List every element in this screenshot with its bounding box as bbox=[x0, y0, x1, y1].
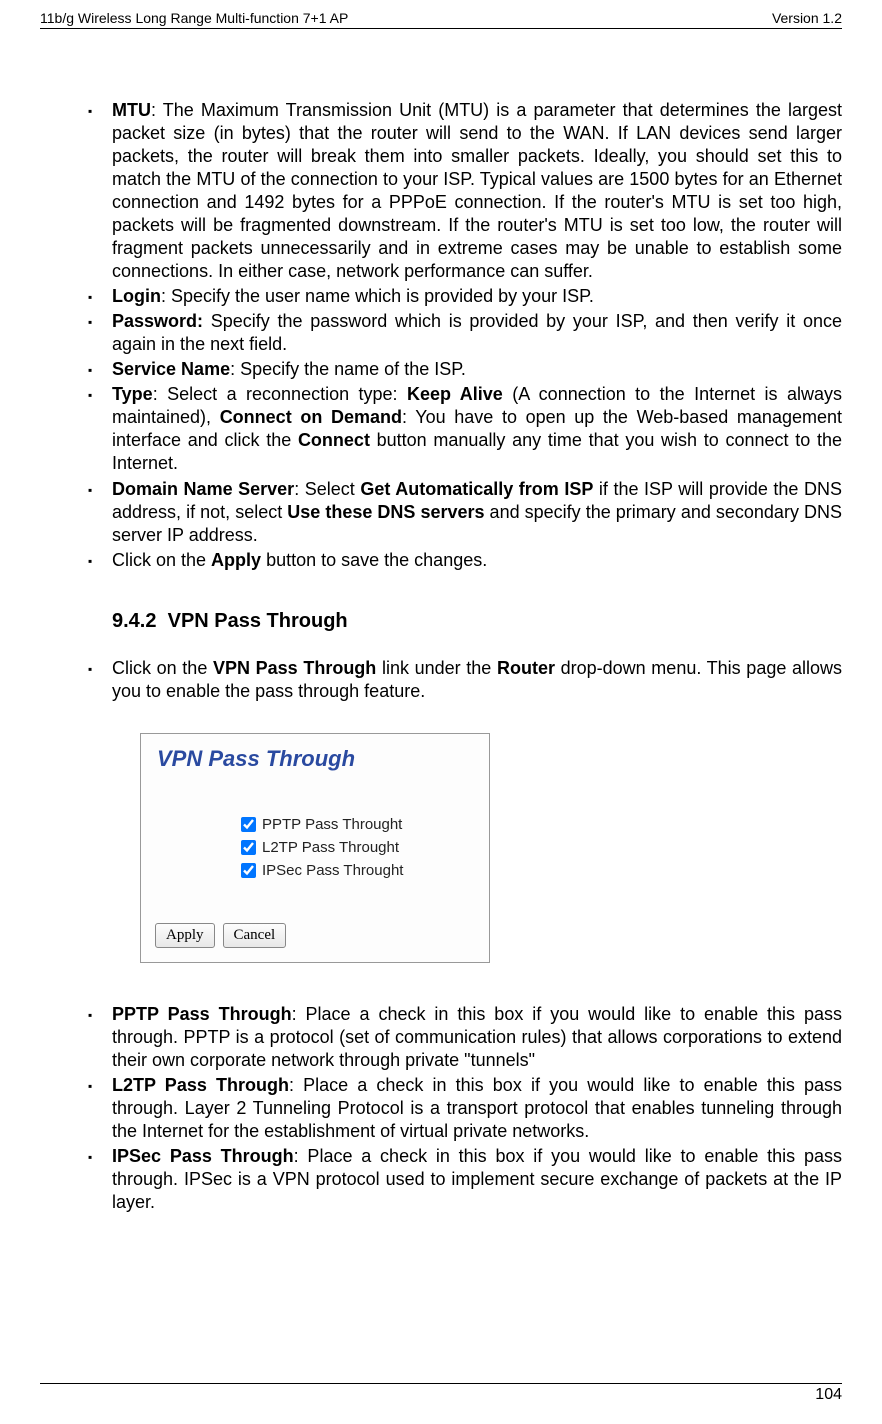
item-text: : Specify the user name which is provide… bbox=[161, 286, 594, 306]
header-right: Version 1.2 bbox=[772, 10, 842, 26]
page-header: 11b/g Wireless Long Range Multi-function… bbox=[40, 10, 842, 29]
page-footer: 104 bbox=[40, 1383, 842, 1404]
l2tp-checkbox[interactable] bbox=[241, 840, 256, 855]
list-item: Click on the Apply button to save the ch… bbox=[80, 549, 842, 572]
pptp-checkbox[interactable] bbox=[241, 817, 256, 832]
list-item: L2TP Pass Through: Place a check in this… bbox=[80, 1074, 842, 1143]
item-text: Click on the bbox=[112, 658, 213, 678]
pptp-checkbox-label: PPTP Pass Throught bbox=[262, 816, 402, 833]
list-item: Password: Specify the password which is … bbox=[80, 310, 842, 356]
list-item: Type: Select a reconnection type: Keep A… bbox=[80, 383, 842, 475]
item-label: L2TP Pass Through bbox=[112, 1075, 289, 1095]
item-bold: Keep Alive bbox=[407, 384, 503, 404]
item-text: : Select bbox=[294, 479, 360, 499]
list-item: IPSec Pass Through: Place a check in thi… bbox=[80, 1145, 842, 1214]
bullet-list-intro: Click on the VPN Pass Through link under… bbox=[80, 657, 842, 703]
header-left: 11b/g Wireless Long Range Multi-function… bbox=[40, 10, 348, 26]
item-bold: Connect bbox=[298, 430, 370, 450]
item-bold: Apply bbox=[211, 550, 261, 570]
list-item: Domain Name Server: Select Get Automatic… bbox=[80, 478, 842, 547]
list-item: MTU: The Maximum Transmission Unit (MTU)… bbox=[80, 99, 842, 283]
page-number: 104 bbox=[815, 1386, 842, 1403]
cancel-button[interactable]: Cancel bbox=[223, 923, 287, 948]
content-area: MTU: The Maximum Transmission Unit (MTU)… bbox=[40, 99, 842, 1214]
vpn-pass-through-panel: VPN Pass Through PPTP Pass Throught L2TP… bbox=[140, 733, 490, 963]
list-item: Click on the VPN Pass Through link under… bbox=[80, 657, 842, 703]
item-text: link under the bbox=[376, 658, 497, 678]
item-label: Domain Name Server bbox=[112, 479, 294, 499]
item-text: Click on the bbox=[112, 550, 211, 570]
item-bold: Get Automatically from ISP bbox=[360, 479, 593, 499]
item-text: : Specify the name of the ISP. bbox=[230, 359, 466, 379]
item-label: MTU bbox=[112, 100, 151, 120]
pptp-checkbox-row[interactable]: PPTP Pass Throught bbox=[241, 816, 489, 833]
bullet-list-bottom: PPTP Pass Through: Place a check in this… bbox=[80, 1003, 842, 1214]
bullet-list-top: MTU: The Maximum Transmission Unit (MTU)… bbox=[80, 99, 842, 572]
l2tp-checkbox-label: L2TP Pass Throught bbox=[262, 839, 399, 856]
ipsec-checkbox-label: IPSec Pass Throught bbox=[262, 862, 403, 879]
section-heading: 9.4.2 VPN Pass Through bbox=[112, 610, 842, 633]
ipsec-checkbox-row[interactable]: IPSec Pass Throught bbox=[241, 862, 489, 879]
item-text: : The Maximum Transmission Unit (MTU) is… bbox=[112, 100, 842, 281]
item-label: IPSec Pass Through bbox=[112, 1146, 294, 1166]
list-item: Login: Specify the user name which is pr… bbox=[80, 285, 842, 308]
item-text: button to save the changes. bbox=[261, 550, 487, 570]
item-bold: Router bbox=[497, 658, 555, 678]
item-label: PPTP Pass Through bbox=[112, 1004, 292, 1024]
section-number: 9.4.2 bbox=[112, 610, 156, 632]
item-bold: VPN Pass Through bbox=[213, 658, 376, 678]
l2tp-checkbox-row[interactable]: L2TP Pass Throught bbox=[241, 839, 489, 856]
list-item: Service Name: Specify the name of the IS… bbox=[80, 358, 842, 381]
item-label: Service Name bbox=[112, 359, 230, 379]
item-label: Type bbox=[112, 384, 153, 404]
item-label: Login bbox=[112, 286, 161, 306]
item-bold: Use these DNS servers bbox=[287, 502, 484, 522]
ipsec-checkbox[interactable] bbox=[241, 863, 256, 878]
vpn-panel-title: VPN Pass Through bbox=[141, 734, 489, 776]
vpn-checkbox-group: PPTP Pass Throught L2TP Pass Throught IP… bbox=[141, 776, 489, 903]
apply-button[interactable]: Apply bbox=[155, 923, 215, 948]
item-text: : Select a reconnection type: bbox=[153, 384, 407, 404]
item-text: Specify the password which is provided b… bbox=[112, 311, 842, 354]
section-title: VPN Pass Through bbox=[168, 610, 348, 632]
item-bold: Connect on Demand bbox=[220, 407, 402, 427]
item-label: Password: bbox=[112, 311, 203, 331]
vpn-button-row: Apply Cancel bbox=[141, 903, 489, 962]
list-item: PPTP Pass Through: Place a check in this… bbox=[80, 1003, 842, 1072]
